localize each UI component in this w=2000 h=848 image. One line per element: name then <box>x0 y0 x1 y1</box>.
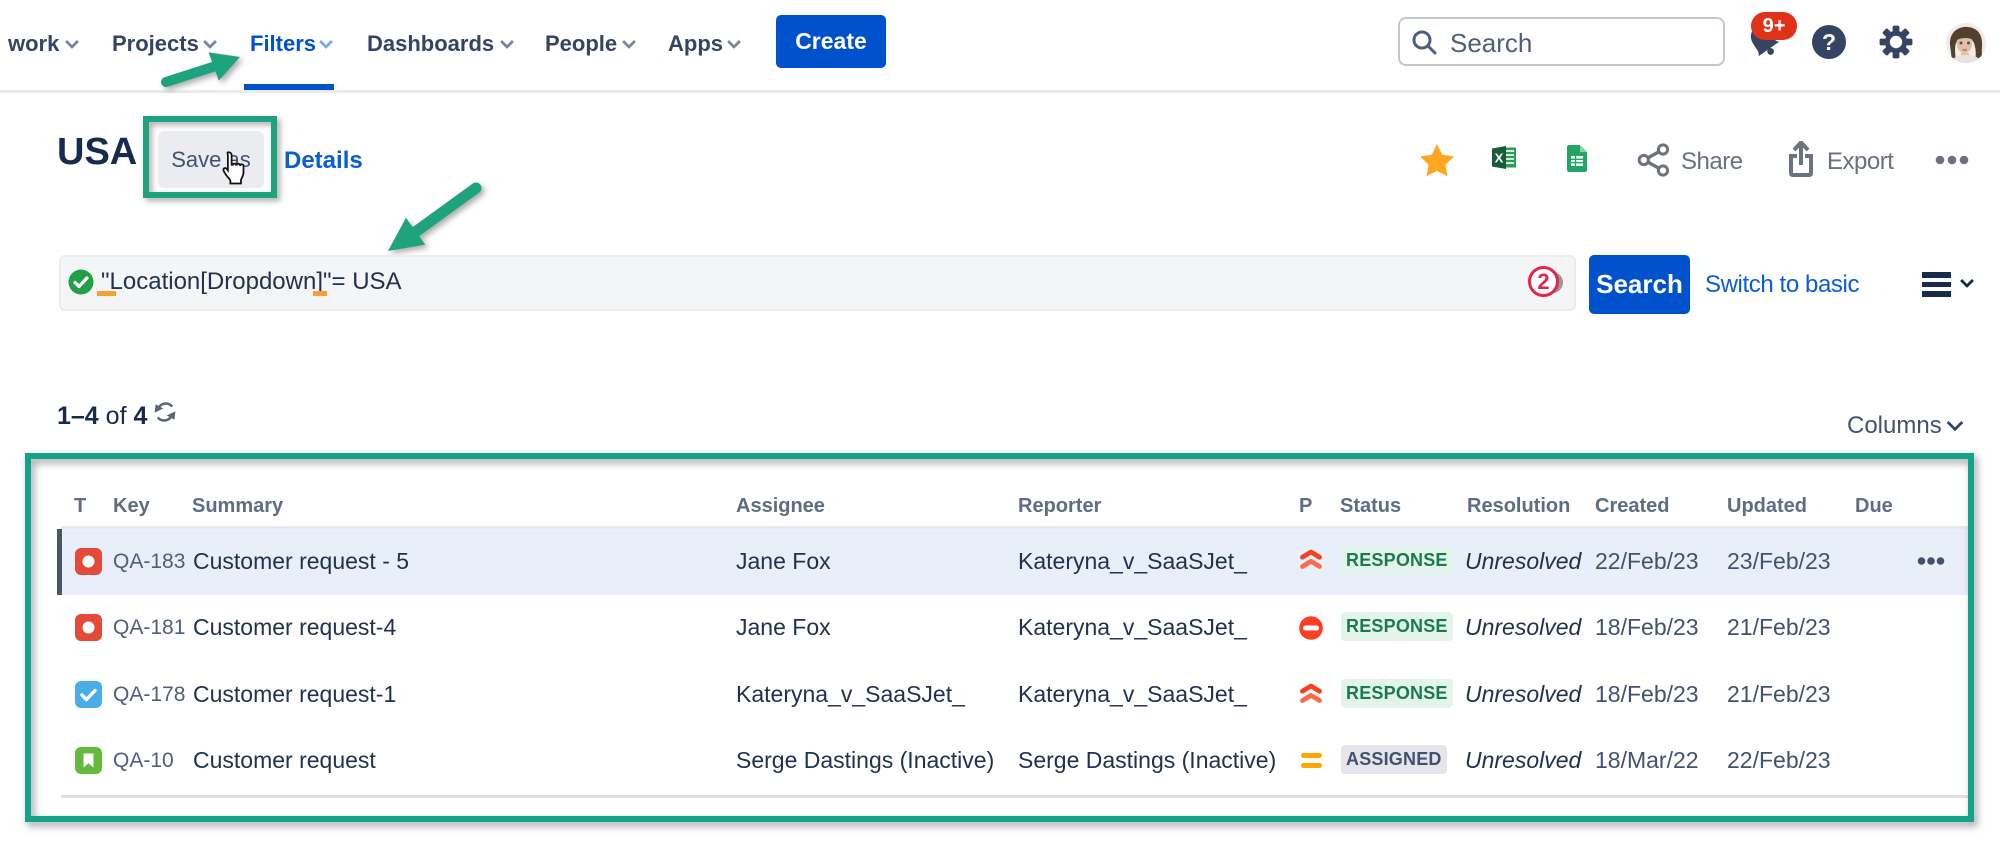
svg-text:X: X <box>1495 151 1504 166</box>
